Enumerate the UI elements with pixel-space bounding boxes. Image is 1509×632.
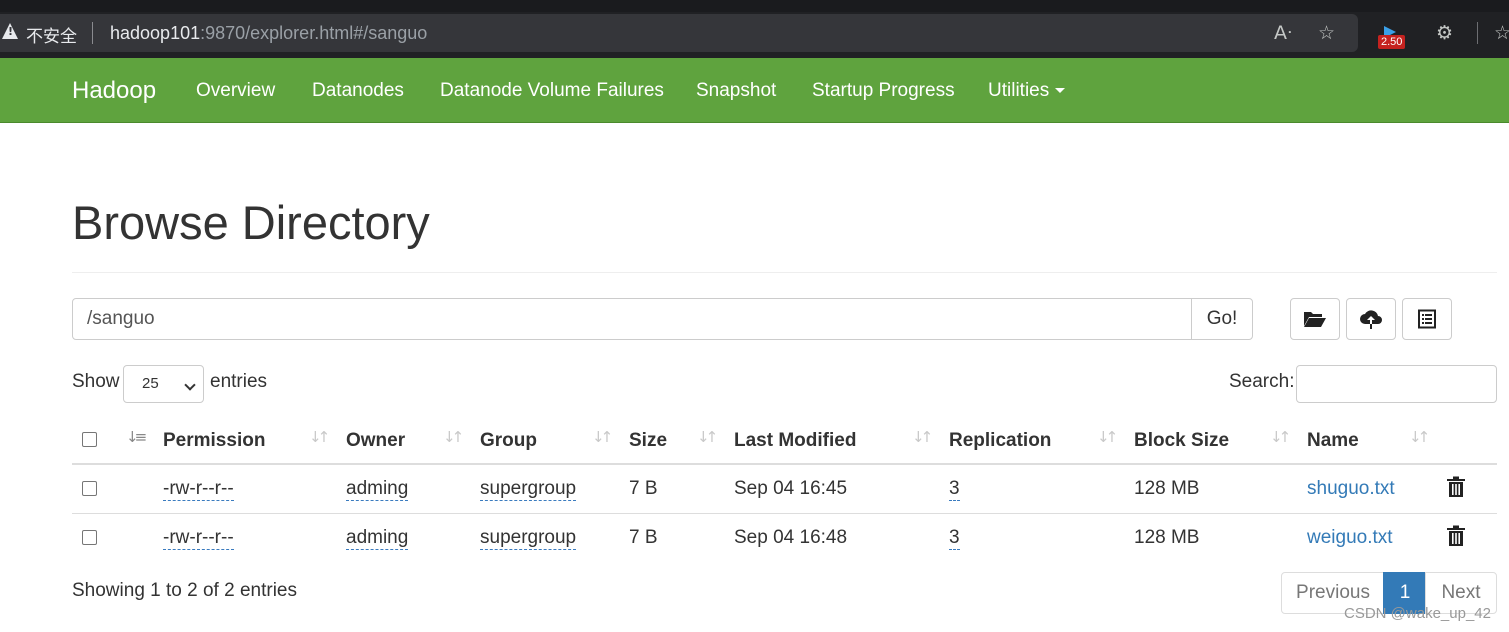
- owner-cell[interactable]: adming: [346, 527, 409, 550]
- favorites-icon[interactable]: ☆: [1494, 22, 1509, 44]
- extension-button[interactable]: 2.50: [1378, 24, 1410, 50]
- column-last-modified[interactable]: Last Modified: [734, 430, 856, 452]
- column-permission[interactable]: Permission: [163, 430, 265, 452]
- sort-icon[interactable]: ↓↑: [309, 428, 330, 446]
- row-checkbox[interactable]: [82, 481, 97, 496]
- entries-per-page-select[interactable]: 25: [123, 365, 204, 403]
- nav-overview[interactable]: Overview: [196, 80, 275, 102]
- block-size-cell: 128 MB: [1134, 527, 1200, 548]
- warning-icon[interactable]: [2, 23, 18, 39]
- title-divider: [72, 272, 1497, 273]
- browser-toolbar: 不安全 hadoop101:9870/explorer.html#/sanguo…: [0, 0, 1509, 58]
- block-size-cell: 128 MB: [1134, 478, 1200, 499]
- nav-snapshot[interactable]: Snapshot: [696, 80, 776, 102]
- nav-datanode-volume-failures[interactable]: Datanode Volume Failures: [440, 80, 664, 102]
- modified-cell: Sep 04 16:48: [734, 527, 848, 548]
- size-cell: 7 B: [629, 478, 658, 499]
- trash-icon[interactable]: [1446, 525, 1466, 547]
- file-name-link[interactable]: shuguo.txt: [1307, 478, 1395, 500]
- cloud-upload-icon: [1360, 310, 1382, 329]
- header-divider: [72, 463, 1497, 465]
- entries-per-page-value: 25: [142, 375, 159, 392]
- security-label[interactable]: 不安全: [26, 22, 77, 47]
- sort-icon[interactable]: ↓↑: [443, 428, 464, 446]
- owner-cell[interactable]: adming: [346, 478, 409, 501]
- url-text[interactable]: hadoop101:9870/explorer.html#/sanguo: [110, 23, 427, 44]
- create-directory-button[interactable]: [1290, 298, 1340, 340]
- entries-label: entries: [210, 371, 268, 392]
- url-path: :9870/explorer.html#/sanguo: [200, 23, 428, 43]
- row-divider: [72, 513, 1497, 514]
- folder-open-icon: [1304, 312, 1326, 327]
- directory-path-input[interactable]: /sanguo: [72, 298, 1192, 340]
- sort-icon[interactable]: ↓↑: [1097, 428, 1118, 446]
- show-label: Show: [72, 371, 120, 392]
- group-cell[interactable]: supergroup: [480, 527, 577, 550]
- sort-icon[interactable]: ↓↑: [912, 428, 933, 446]
- address-divider: [92, 22, 93, 44]
- sort-order-icon[interactable]: ↓≡: [126, 428, 147, 446]
- nav-utilities-label: Utilities: [988, 80, 1050, 101]
- sort-icon[interactable]: ↓↑: [1270, 428, 1291, 446]
- chevron-down-icon: [184, 379, 196, 391]
- modified-cell: Sep 04 16:45: [734, 478, 848, 499]
- group-cell[interactable]: supergroup: [480, 478, 577, 501]
- page-title: Browse Directory: [72, 196, 430, 249]
- column-name[interactable]: Name: [1307, 430, 1359, 452]
- cut-paste-button[interactable]: [1402, 298, 1452, 340]
- select-all-checkbox[interactable]: [82, 432, 97, 447]
- top-navbar: Hadoop Overview Datanodes Datanode Volum…: [0, 58, 1509, 123]
- column-replication[interactable]: Replication: [949, 430, 1051, 452]
- size-cell: 7 B: [629, 527, 658, 548]
- column-block-size[interactable]: Block Size: [1134, 430, 1229, 452]
- address-bar[interactable]: 不安全 hadoop101:9870/explorer.html#/sanguo…: [0, 14, 1358, 52]
- column-size[interactable]: Size: [629, 430, 667, 452]
- add-favorite-icon[interactable]: ☆: [1318, 22, 1335, 44]
- trash-icon[interactable]: [1446, 476, 1466, 498]
- replication-cell[interactable]: 3: [949, 527, 960, 550]
- tab-strip: [0, 0, 1509, 12]
- brand-logo[interactable]: Hadoop: [72, 77, 156, 105]
- table-info: Showing 1 to 2 of 2 entries: [72, 580, 297, 601]
- caret-down-icon: [1055, 88, 1066, 94]
- url-host: hadoop101: [110, 23, 201, 43]
- nav-startup-progress[interactable]: Startup Progress: [812, 80, 955, 102]
- replication-cell[interactable]: 3: [949, 478, 960, 501]
- go-button[interactable]: Go!: [1191, 298, 1253, 340]
- extension-badge: 2.50: [1378, 35, 1406, 49]
- list-alt-icon: [1418, 309, 1436, 329]
- toolbar-divider: [1477, 22, 1478, 44]
- nav-datanodes[interactable]: Datanodes: [312, 80, 404, 102]
- read-aloud-icon[interactable]: Aᐧ: [1274, 22, 1292, 44]
- watermark: CSDN @wake_up_42: [1344, 605, 1491, 622]
- file-name-link[interactable]: weiguo.txt: [1307, 527, 1393, 549]
- column-owner[interactable]: Owner: [346, 430, 405, 452]
- sort-icon[interactable]: ↓↑: [1409, 428, 1430, 446]
- sort-icon[interactable]: ↓↑: [592, 428, 613, 446]
- upload-button[interactable]: [1346, 298, 1396, 340]
- row-checkbox[interactable]: [82, 530, 97, 545]
- permission-cell[interactable]: -rw-r--r--: [163, 527, 234, 550]
- extensions-puzzle-icon[interactable]: ⚙: [1436, 22, 1453, 44]
- nav-utilities[interactable]: Utilities: [988, 80, 1066, 102]
- column-group[interactable]: Group: [480, 430, 537, 452]
- search-input[interactable]: [1296, 365, 1497, 403]
- permission-cell[interactable]: -rw-r--r--: [163, 478, 234, 501]
- search-label: Search:: [1229, 371, 1295, 392]
- sort-icon[interactable]: ↓↑: [697, 428, 718, 446]
